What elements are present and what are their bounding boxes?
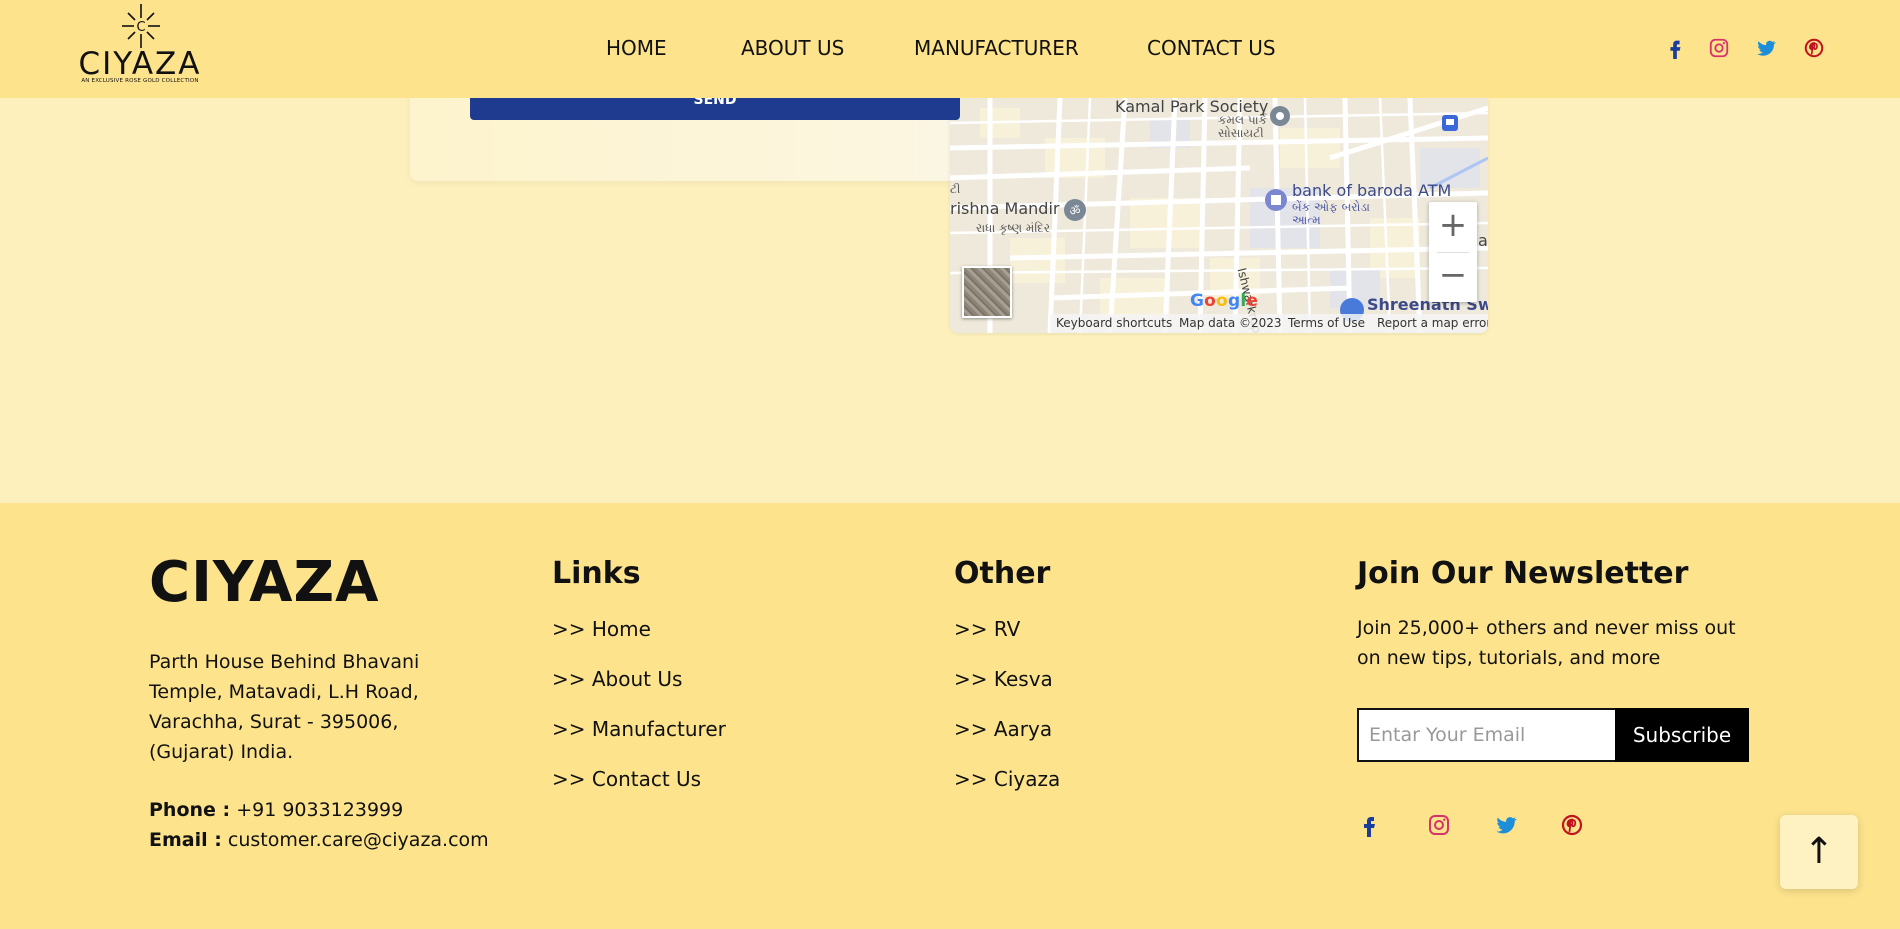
satellite-toggle[interactable]: [962, 266, 1012, 318]
phone-number[interactable]: +91 9033123999: [236, 799, 403, 821]
footer-brand: CIYAZA: [149, 550, 380, 615]
newsletter-heading: Join Our Newsletter: [1357, 556, 1689, 591]
nav-manufacturer[interactable]: MANUFACTURER: [914, 36, 1079, 60]
newsletter-email-input[interactable]: Entar Your Email: [1357, 708, 1627, 762]
footer-link-manufacturer[interactable]: >> Manufacturer: [552, 716, 726, 742]
newsletter-text: Join 25,000+ others and never miss out o…: [1357, 617, 1736, 669]
instagram-icon[interactable]: [1427, 813, 1451, 837]
subscribe-button[interactable]: Subscribe: [1615, 708, 1749, 762]
google-map[interactable]: ॐ Kamal Park Society કમલ પાર્ક સોસાયટી b…: [950, 98, 1488, 333]
phone-label: Phone :: [149, 799, 231, 821]
site-logo[interactable]: C CIYAZA AN EXCLUSIVE ROSE GOLD COLLECTI…: [74, 2, 206, 86]
footer-link-contact-us[interactable]: >> Contact Us: [552, 766, 701, 792]
map-label-kamal-park-gujarati: કમલ પાર્ક સોસાયટી: [1218, 113, 1268, 140]
instagram-icon[interactable]: [1708, 37, 1730, 59]
map-label-bank-gujarati: બેંક ઓફ બરોડા આત્મ: [1292, 200, 1370, 227]
footer-other-aarya[interactable]: >> Aarya: [954, 716, 1052, 742]
facebook-icon[interactable]: [1357, 813, 1381, 837]
footer-other-kesva[interactable]: >> Kesva: [954, 666, 1053, 692]
map-label-bank: bank of baroda ATM: [1292, 181, 1452, 200]
twitter-icon[interactable]: [1494, 813, 1518, 837]
other-heading: Other: [954, 556, 1051, 591]
terms-of-use-link[interactable]: Terms of Use: [1288, 316, 1365, 330]
zoom-in-button[interactable]: +: [1429, 202, 1477, 252]
nav-contact-us[interactable]: CONTACT US: [1147, 36, 1276, 60]
sun-logo-icon: C: [122, 4, 160, 48]
email-address[interactable]: customer.care@ciyaza.com: [228, 829, 489, 851]
pinterest-icon[interactable]: [1560, 813, 1584, 837]
facebook-icon[interactable]: [1664, 37, 1686, 59]
footer-address: Parth House Behind Bhavani Temple, Matav…: [149, 651, 420, 763]
nav-home[interactable]: HOME: [606, 36, 667, 60]
footer-email: Email : customer.care@ciyaza.com: [149, 825, 489, 855]
site-header: C CIYAZA AN EXCLUSIVE ROSE GOLD COLLECTI…: [0, 0, 1900, 98]
map-zoom-controls: + −: [1429, 202, 1477, 302]
report-map-error-link[interactable]: Report a map error: [1377, 316, 1488, 330]
site-footer: CIYAZA Parth House Behind Bhavani Temple…: [0, 503, 1900, 929]
footer-link-about-us[interactable]: >> About Us: [552, 666, 682, 692]
map-attribution-bar: Keyboard shortcuts Map data ©2023 Terms …: [1050, 314, 1488, 333]
zoom-out-button[interactable]: −: [1429, 252, 1477, 302]
links-heading: Links: [552, 556, 641, 591]
newsletter-form: Entar Your Email Subscribe: [1357, 708, 1749, 762]
map-label-krishna-gujarati: રાધા કૃષ્ણ મંદિર: [976, 221, 1051, 235]
svg-text:C: C: [136, 20, 145, 35]
svg-text:ॐ: ॐ: [1070, 204, 1081, 218]
map-data-label: Map data ©2023: [1179, 316, 1282, 330]
pinterest-icon[interactable]: [1803, 37, 1825, 59]
map-label-edge: a: [1478, 231, 1488, 250]
footer-other-rv[interactable]: >> RV: [954, 616, 1020, 642]
scroll-to-top-button[interactable]: ↑: [1780, 815, 1858, 889]
logo-wordmark: CIYAZA: [78, 46, 202, 82]
email-label: Email :: [149, 829, 222, 851]
twitter-icon[interactable]: [1755, 37, 1777, 59]
map-label-left-gujarati: ટી: [950, 182, 961, 196]
nav-about-us[interactable]: ABOUT US: [741, 36, 844, 60]
google-logo: Google: [1190, 291, 1259, 311]
logo-tagline: AN EXCLUSIVE ROSE GOLD COLLECTION: [81, 78, 199, 84]
footer-link-home[interactable]: >> Home: [552, 616, 651, 642]
footer-other-ciyaza[interactable]: >> Ciyaza: [954, 766, 1060, 792]
map-label-krishna-mandir: rishna Mandir: [950, 199, 1060, 218]
footer-phone: Phone : +91 9033123999: [149, 795, 403, 825]
keyboard-shortcuts-link[interactable]: Keyboard shortcuts: [1056, 316, 1172, 330]
